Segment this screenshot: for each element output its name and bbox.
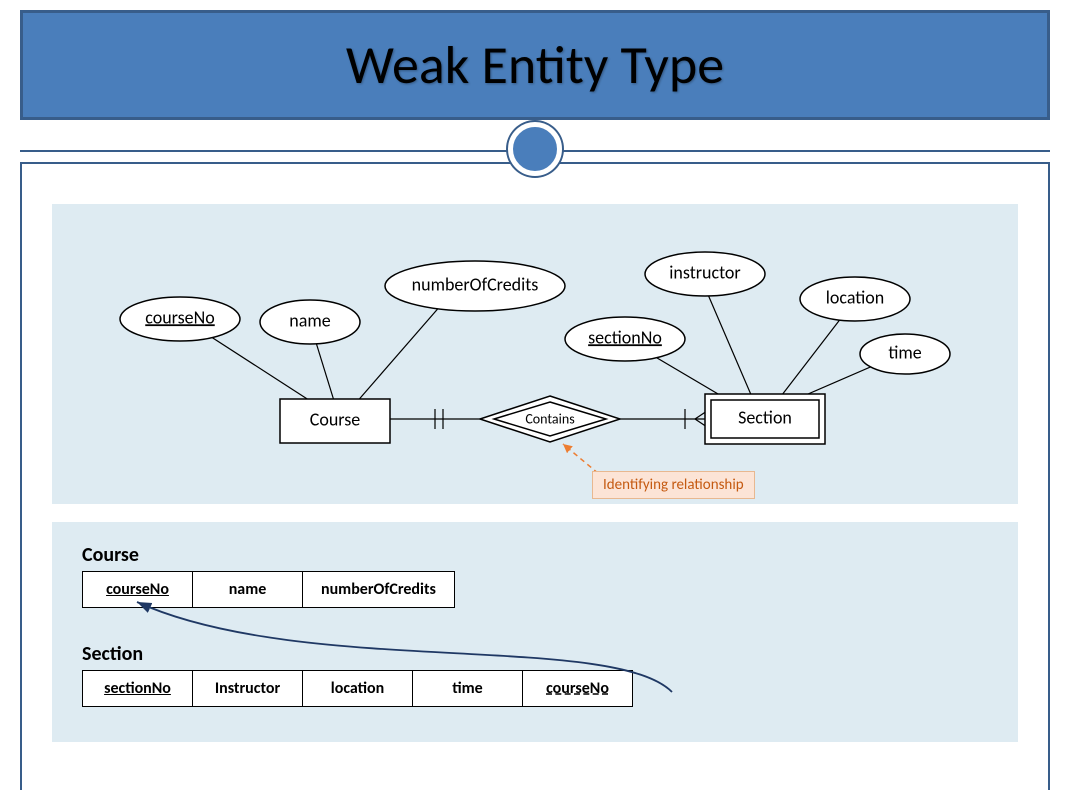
col-courseNo: courseNo — [106, 580, 169, 599]
schema-panel: Course courseNo name numberOfCredits Sec… — [52, 522, 1018, 742]
table-row: sectionNo Instructor location time cours… — [83, 671, 633, 707]
relationship-label: Contains — [525, 410, 574, 427]
table-row: courseNo name numberOfCredits — [83, 572, 455, 608]
entity-section-label: Section — [738, 406, 792, 428]
attr-numberOfCredits-label: numberOfCredits — [412, 273, 539, 295]
circle-decoration-icon — [508, 122, 562, 176]
attr-time-label: time — [888, 341, 921, 363]
schema-course-label: Course — [82, 543, 998, 567]
entity-course-label: Course — [310, 408, 361, 430]
col-fk-courseNo: courseNo — [546, 679, 609, 698]
col-time: time — [413, 671, 523, 707]
attr-courseNo-label: courseNo — [145, 306, 215, 328]
col-instructor: Instructor — [193, 671, 303, 707]
title-bar: Weak Entity Type — [20, 10, 1050, 120]
attr-instructor-label: instructor — [669, 261, 740, 283]
attr-sectionNo-label: sectionNo — [588, 326, 662, 348]
schema-section-label: Section — [82, 642, 998, 666]
schema-course-table: courseNo name numberOfCredits — [82, 571, 455, 608]
col-sectionNo: sectionNo — [104, 679, 171, 698]
er-diagram-panel: Course Section Contains courseNo name nu… — [52, 204, 1018, 504]
col-numberOfCredits: numberOfCredits — [303, 572, 455, 608]
schema-section-table: sectionNo Instructor location time cours… — [82, 670, 633, 707]
content-frame: Course Section Contains courseNo name nu… — [20, 162, 1050, 790]
slide-title: Weak Entity Type — [346, 32, 724, 98]
callout-identifying-relationship: Identifying relationship — [592, 471, 755, 499]
attr-name-label: name — [289, 309, 330, 331]
attr-location-label: location — [826, 286, 885, 308]
col-name: name — [193, 572, 303, 608]
col-location: location — [303, 671, 413, 707]
er-diagram: Course Section Contains courseNo name nu… — [52, 204, 1018, 504]
